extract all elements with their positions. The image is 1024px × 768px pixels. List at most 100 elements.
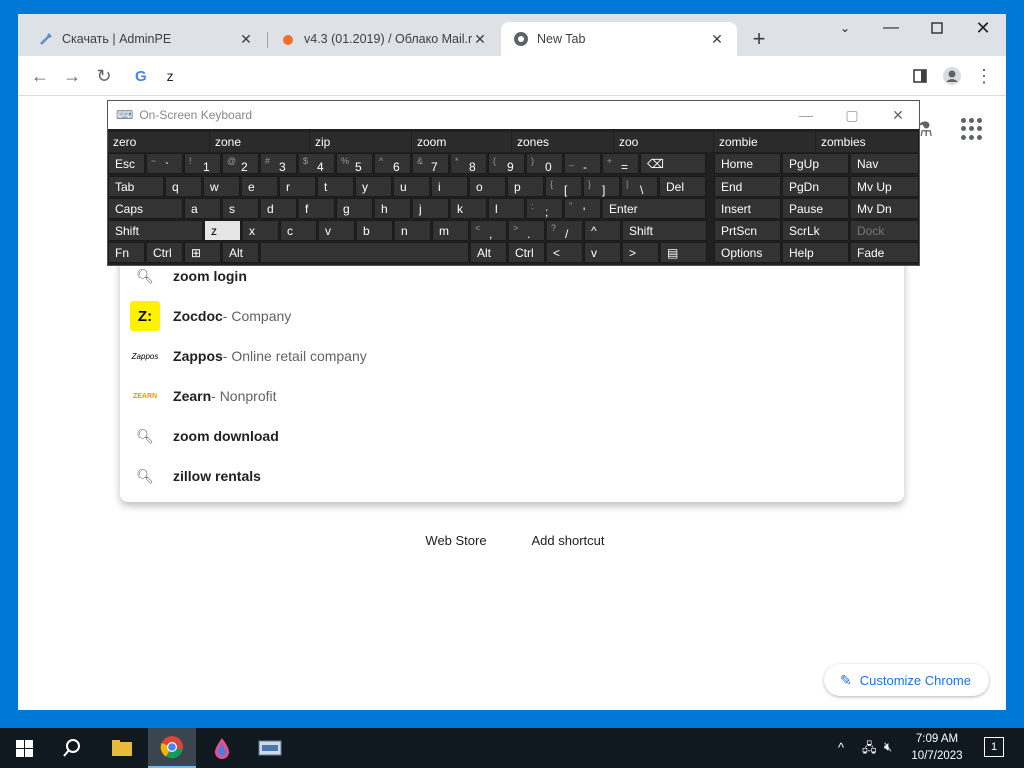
notifications-button[interactable]: 1	[984, 737, 1004, 757]
key-f[interactable]: f	[298, 198, 335, 219]
key-t[interactable]: t	[317, 176, 354, 197]
key-space[interactable]	[260, 242, 469, 263]
key-home[interactable]: Home	[714, 153, 781, 174]
key-2[interactable]: @2	[222, 153, 259, 174]
key-m[interactable]: m	[432, 220, 469, 241]
key-sym2[interactable]: ⊞	[184, 242, 221, 263]
keyboard-app-icon[interactable]	[246, 728, 294, 768]
key-0[interactable]: ) 0	[526, 153, 563, 174]
address-input[interactable]	[166, 68, 767, 84]
prediction-zoo[interactable]: zoo	[614, 132, 713, 152]
key-fade[interactable]: Fade	[850, 242, 919, 263]
key-1[interactable]: ! 1	[184, 153, 221, 174]
key-q[interactable]: q	[165, 176, 202, 197]
key-g[interactable]: g	[336, 198, 373, 219]
chrome-taskbar-icon[interactable]	[148, 728, 196, 768]
suggestion-zoom-download[interactable]: 🔍︎ zoom download	[120, 416, 904, 456]
key-sym13[interactable]: + =	[602, 153, 639, 174]
osk-titlebar[interactable]: ⌨ On-Screen Keyboard — ▢ ✕	[108, 101, 919, 129]
key-sym10[interactable]: ? /	[546, 220, 583, 241]
key-sym11[interactable]: ^	[584, 220, 621, 241]
tab-search-icon[interactable]: ⌄	[822, 14, 868, 42]
forward-icon[interactable]: →	[58, 62, 86, 90]
close-tab-icon[interactable]: ✕	[472, 31, 488, 48]
key-shift[interactable]: Shift	[622, 220, 707, 241]
key-9[interactable]: (9	[488, 153, 525, 174]
file-explorer-icon[interactable]	[98, 728, 146, 768]
key-n[interactable]: n	[394, 220, 431, 241]
key-sym1[interactable]: ~ `	[146, 153, 183, 174]
suggestion-zearn[interactable]: ZEARN Zearn - Nonprofit	[120, 376, 904, 416]
key-prtscn[interactable]: PrtScn	[714, 220, 781, 241]
key-p[interactable]: p	[507, 176, 544, 197]
prediction-zip[interactable]: zip	[310, 132, 411, 152]
key-x[interactable]: x	[242, 220, 279, 241]
key-i[interactable]: i	[431, 176, 468, 197]
menu-icon[interactable]: ⋮	[970, 62, 998, 90]
key-help[interactable]: Help	[782, 242, 849, 263]
key-sym13[interactable]: | \	[621, 176, 658, 197]
key-u[interactable]: u	[393, 176, 430, 197]
key-sym14[interactable]: ⌫	[640, 153, 706, 174]
add-shortcut-label[interactable]: Add shortcut	[518, 533, 618, 548]
key-w[interactable]: w	[203, 176, 240, 197]
key-nav[interactable]: Nav	[850, 153, 919, 174]
omnibox[interactable]: G	[123, 59, 903, 93]
key-shift[interactable]: Shift	[108, 220, 203, 241]
key-4[interactable]: $4	[298, 153, 335, 174]
key-z[interactable]: z	[204, 220, 241, 241]
prediction-zoom[interactable]: zoom	[412, 132, 511, 152]
key-v[interactable]: v	[318, 220, 355, 241]
web-store-shortcut-label[interactable]: Web Store	[416, 533, 496, 548]
key-sym12[interactable]: _ -	[564, 153, 601, 174]
key-c[interactable]: c	[280, 220, 317, 241]
key-ctrl[interactable]: Ctrl	[508, 242, 545, 263]
osk-maximize-button[interactable]: ▢	[829, 101, 875, 129]
key-6[interactable]: ^ 6	[374, 153, 411, 174]
volume-muted-icon[interactable]: 🔇︎	[884, 739, 892, 755]
key-sym10[interactable]: :;	[526, 198, 563, 219]
minimize-button[interactable]: —	[868, 14, 914, 42]
suggestion-zappos[interactable]: Zappos Zappos - Online retail company	[120, 336, 904, 376]
key-scrlk[interactable]: ScrLk	[782, 220, 849, 241]
key-pgup[interactable]: PgUp	[782, 153, 849, 174]
osk-close-button[interactable]: ✕	[875, 101, 921, 129]
show-hidden-icons[interactable]: ^	[838, 740, 844, 755]
key-sym8[interactable]: <,	[470, 220, 507, 241]
apps-grid-icon[interactable]	[961, 118, 983, 140]
osk-minimize-button[interactable]: —	[783, 101, 829, 129]
tab-new-tab[interactable]: New Tab ✕	[501, 22, 737, 56]
key-sym9[interactable]: >	[622, 242, 659, 263]
key-b[interactable]: b	[356, 220, 393, 241]
prediction-zero[interactable]: zero	[108, 132, 209, 152]
key-options[interactable]: Options	[714, 242, 781, 263]
key-ctrl[interactable]: Ctrl	[146, 242, 183, 263]
network-icon[interactable]: 🖧	[862, 739, 877, 761]
suggestion-zillow-rentals[interactable]: 🔍︎ zillow rentals	[120, 456, 904, 496]
key-tab[interactable]: Tab	[108, 176, 164, 197]
key-end[interactable]: End	[714, 176, 781, 197]
close-tab-icon[interactable]: ✕	[238, 31, 254, 48]
tab-adminpe[interactable]: Скачать | AdminPE ✕	[26, 22, 266, 56]
prediction-zombies[interactable]: zombies	[816, 132, 918, 152]
key-pgdn[interactable]: PgDn	[782, 176, 849, 197]
prediction-zombie[interactable]: zombie	[714, 132, 815, 152]
side-panel-icon[interactable]	[906, 62, 934, 90]
back-icon[interactable]: ←	[26, 62, 54, 90]
key-mv-dn[interactable]: Mv Dn	[850, 198, 919, 219]
key-mv-up[interactable]: Mv Up	[850, 176, 919, 197]
start-button[interactable]	[0, 728, 48, 768]
drop-app-icon[interactable]	[198, 728, 246, 768]
key-s[interactable]: s	[222, 198, 259, 219]
key-sym11[interactable]: " '	[564, 198, 601, 219]
maximize-button[interactable]	[914, 14, 960, 42]
key-r[interactable]: r	[279, 176, 316, 197]
key-5[interactable]: % 5	[336, 153, 373, 174]
key-insert[interactable]: Insert	[714, 198, 781, 219]
key-8[interactable]: * 8	[450, 153, 487, 174]
close-window-button[interactable]: ✕	[960, 14, 1006, 42]
new-tab-button[interactable]: +	[746, 26, 772, 52]
key-sym11[interactable]: {[	[545, 176, 582, 197]
key-y[interactable]: y	[355, 176, 392, 197]
key-v[interactable]: v	[584, 242, 621, 263]
